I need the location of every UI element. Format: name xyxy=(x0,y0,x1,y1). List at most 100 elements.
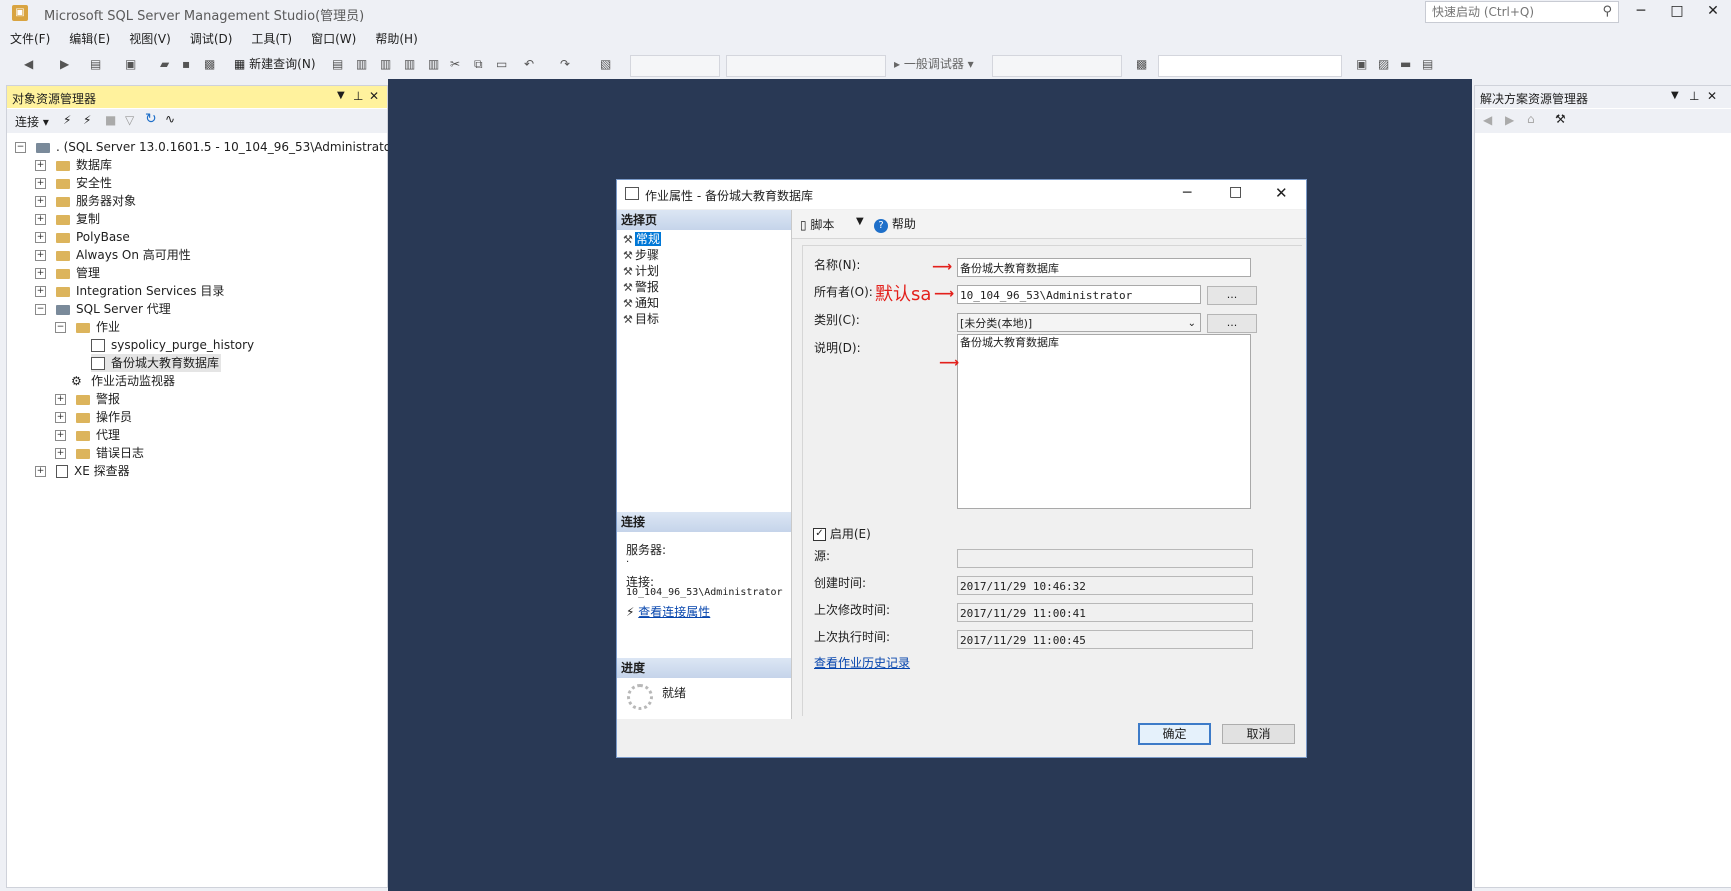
menu-file[interactable]: 文件(F) xyxy=(0,27,59,50)
view-job-history-link[interactable]: 查看作业历史记录 xyxy=(814,654,910,671)
properties-icon[interactable]: ▨ xyxy=(1378,55,1389,73)
menu-window[interactable]: 窗口(W) xyxy=(301,27,365,50)
page-steps[interactable]: ⚒ 步骤 xyxy=(623,247,659,263)
menu-view[interactable]: 视图(V) xyxy=(119,27,180,50)
search-icon[interactable]: ⚲ xyxy=(1602,4,1612,19)
undo-icon[interactable]: ↶ xyxy=(524,55,534,73)
close-icon[interactable]: ✕ xyxy=(1275,184,1288,202)
back-icon[interactable]: ◀ xyxy=(24,55,33,73)
save-icon[interactable]: ▪ xyxy=(182,55,190,73)
dax-query-icon[interactable]: ▥ xyxy=(428,55,439,73)
activity-icon[interactable]: ∿ xyxy=(165,112,175,126)
tree-server-node[interactable]: − . (SQL Server 13.0.1601.5 - 10_104_96_5… xyxy=(15,138,401,156)
description-textarea[interactable]: 备份城大教育数据库 xyxy=(957,334,1251,509)
tree-node-jobs[interactable]: − 作业 xyxy=(55,318,120,336)
platform-combo[interactable] xyxy=(992,55,1122,77)
open-file-icon[interactable]: ▰ xyxy=(160,55,169,73)
page-alerts[interactable]: ⚒ 警报 xyxy=(623,279,659,295)
save-all-icon[interactable]: ▩ xyxy=(204,55,215,73)
expand-icon[interactable]: + xyxy=(35,466,46,477)
help-button[interactable]: ? 帮助 xyxy=(874,215,916,233)
enabled-checkbox[interactable]: ✓ xyxy=(813,528,826,541)
collapse-icon[interactable]: − xyxy=(35,304,46,315)
tree-node[interactable]: + XE 探查器 xyxy=(35,462,130,480)
window-layout-icon[interactable]: ▤ xyxy=(1422,55,1433,73)
find-icon[interactable]: ▩ xyxy=(1136,55,1147,73)
page-targets[interactable]: ⚒ 目标 xyxy=(623,311,659,327)
dropdown-icon[interactable]: ▼ xyxy=(1671,90,1679,101)
mdx-query-icon[interactable]: ▥ xyxy=(356,55,367,73)
menu-debug[interactable]: 调试(D) xyxy=(180,27,242,50)
new-query-button[interactable]: ▦ 新建查询(N) xyxy=(234,55,316,73)
menu-help[interactable]: 帮助(H) xyxy=(365,27,426,50)
refresh-icon[interactable]: ↻ xyxy=(145,111,157,127)
page-general[interactable]: ⚒ 常规 xyxy=(623,231,662,247)
connect-plug-icon[interactable]: ⚡ xyxy=(63,113,71,127)
tree-node[interactable]: + 数据库 xyxy=(35,156,112,174)
query-icon[interactable]: ▤ xyxy=(332,55,343,73)
expand-icon[interactable]: + xyxy=(35,232,46,243)
disconnect-icon[interactable]: ⚡ xyxy=(83,113,91,127)
tree-node[interactable]: + 复制 xyxy=(35,210,100,228)
cut-icon[interactable]: ✂ xyxy=(450,55,460,73)
tree-node[interactable]: + Integration Services 目录 xyxy=(35,282,224,300)
home-icon[interactable]: ⌂ xyxy=(1527,112,1535,126)
expand-icon[interactable]: + xyxy=(35,214,46,225)
solution-config-combo[interactable] xyxy=(726,55,886,77)
filter-icon[interactable]: ▽ xyxy=(125,113,134,127)
script-dropdown-icon[interactable]: ▼ xyxy=(856,216,864,227)
expand-icon[interactable]: + xyxy=(35,268,46,279)
enabled-checkbox-row[interactable]: ✓ 启用(E) xyxy=(813,525,871,542)
expand-icon[interactable]: + xyxy=(55,430,66,441)
tree-node[interactable]: ⚙ 作业活动监视器 xyxy=(71,372,175,390)
redo-icon[interactable]: ↷ xyxy=(560,55,570,73)
expand-icon[interactable]: + xyxy=(35,196,46,207)
expand-icon[interactable]: + xyxy=(35,286,46,297)
close-icon[interactable]: ✕ xyxy=(1696,0,1730,22)
tree-node[interactable]: + 警报 xyxy=(55,390,120,408)
view-connection-properties-link[interactable]: ⚡ 查看连接属性 xyxy=(626,603,710,620)
paste-icon[interactable]: ▭ xyxy=(496,55,507,73)
activity-monitor-icon[interactable]: ▧ xyxy=(600,55,611,73)
expand-icon[interactable]: + xyxy=(35,178,46,189)
collapse-icon[interactable]: − xyxy=(55,322,66,333)
ok-button[interactable]: 确定 xyxy=(1138,723,1211,745)
expand-icon[interactable]: + xyxy=(35,160,46,171)
expand-icon[interactable]: + xyxy=(35,250,46,261)
connect-button[interactable]: 连接 ▾ xyxy=(15,113,49,130)
quick-launch-box[interactable]: ⚲ xyxy=(1425,1,1619,23)
debugger-combo[interactable]: ▸ 一般调试器 ▾ xyxy=(894,55,974,73)
pin-icon[interactable]: ⊥ xyxy=(1689,89,1699,103)
dropdown-icon[interactable]: ▼ xyxy=(337,90,345,101)
tree-node[interactable]: + 操作员 xyxy=(55,408,132,426)
owner-browse-button[interactable]: ... xyxy=(1207,286,1257,305)
maximize-icon[interactable]: □ xyxy=(1229,184,1242,200)
expand-icon[interactable]: + xyxy=(55,394,66,405)
forward-icon[interactable]: ▶ xyxy=(60,55,69,73)
category-select[interactable]: [未分类(本地)] ⌄ xyxy=(957,313,1201,332)
category-browse-button[interactable]: ... xyxy=(1207,314,1257,333)
search-combo[interactable] xyxy=(1158,55,1342,77)
properties-wrench-icon[interactable]: ⚒ xyxy=(1555,112,1566,126)
page-schedules[interactable]: ⚒ 计划 xyxy=(623,263,659,279)
tree-node[interactable]: + 管理 xyxy=(35,264,100,282)
owner-field[interactable]: 10_104_96_53\Administrator xyxy=(957,285,1201,304)
menu-edit[interactable]: 编辑(E) xyxy=(59,27,119,50)
minimize-icon[interactable]: ─ xyxy=(1183,185,1191,201)
menu-tools[interactable]: 工具(T) xyxy=(241,27,301,50)
tree-node-job-selected[interactable]: 备份城大教育数据库 xyxy=(91,354,222,372)
xmla-query-icon[interactable]: ▥ xyxy=(404,55,415,73)
toolbox-icon[interactable]: ▬ xyxy=(1400,55,1411,73)
name-field[interactable]: 备份城大教育数据库 xyxy=(957,258,1251,277)
cancel-button[interactable]: 取消 xyxy=(1222,724,1295,744)
back-icon[interactable]: ◀ xyxy=(1483,113,1492,127)
new-project-icon[interactable]: ▤ xyxy=(90,55,101,73)
close-panel-icon[interactable]: ✕ xyxy=(1707,89,1717,103)
quick-launch-input[interactable] xyxy=(1430,2,1594,22)
expand-icon[interactable]: + xyxy=(55,412,66,423)
tree-node[interactable]: + 代理 xyxy=(55,426,120,444)
maximize-icon[interactable]: □ xyxy=(1660,0,1694,22)
tree-node-job[interactable]: syspolicy_purge_history xyxy=(91,336,254,354)
expand-icon[interactable]: + xyxy=(55,448,66,459)
sql-icon[interactable]: ▣ xyxy=(1356,55,1367,73)
